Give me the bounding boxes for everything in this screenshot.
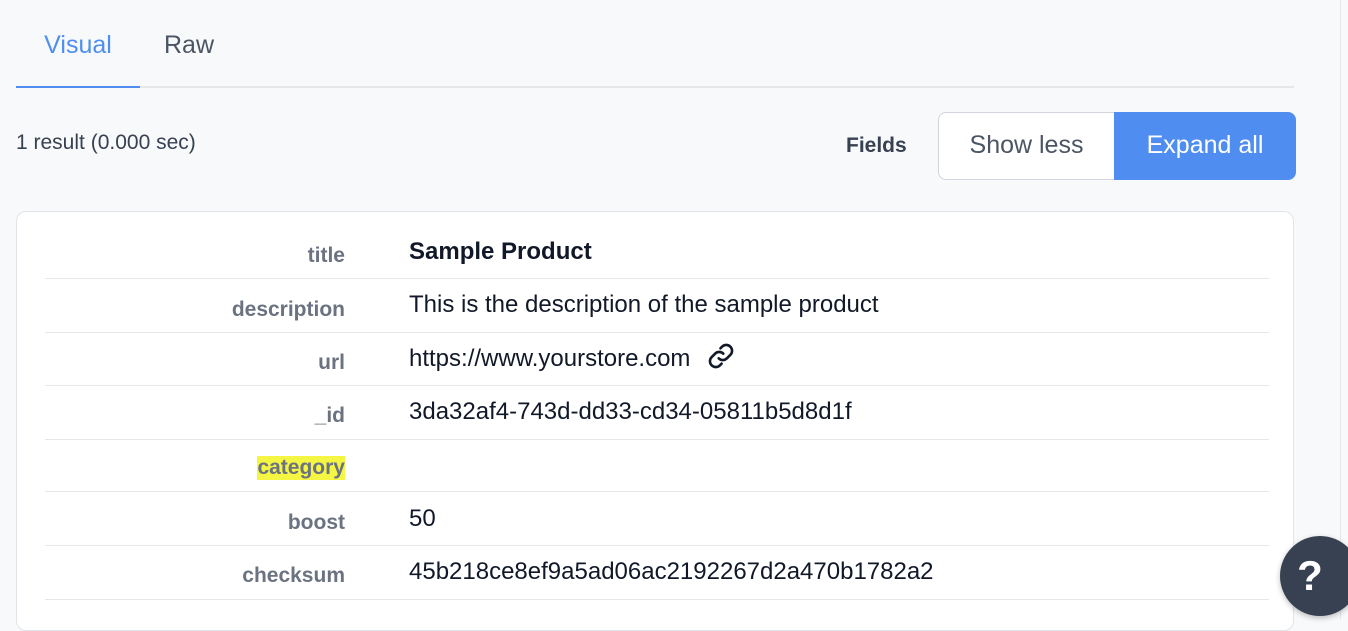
field-key-description: description bbox=[231, 298, 345, 321]
result-count: 1 result (0.000 sec) bbox=[16, 131, 196, 154]
right-edge-divider bbox=[1340, 0, 1341, 620]
url-text[interactable]: https://www.yourstore.com bbox=[409, 345, 690, 372]
field-row-checksum: checksum 45b218ce8ef9a5ad06ac2192267d2a4… bbox=[45, 546, 1269, 600]
field-value-boost: 50 bbox=[409, 505, 436, 532]
link-icon[interactable] bbox=[707, 342, 735, 370]
field-value-description: This is the description of the sample pr… bbox=[409, 291, 879, 318]
field-key-id: _id bbox=[314, 404, 345, 427]
field-row-boost: boost 50 bbox=[45, 492, 1269, 546]
tab-raw[interactable]: Raw bbox=[164, 0, 214, 88]
field-key-url: url bbox=[318, 351, 345, 374]
fields-label: Fields bbox=[846, 134, 907, 157]
field-value-url: https://www.yourstore.com bbox=[409, 342, 735, 374]
field-row-url: url https://www.yourstore.com bbox=[45, 333, 1269, 386]
field-key-checksum: checksum bbox=[242, 564, 345, 587]
field-row-description: description This is the description of t… bbox=[45, 279, 1269, 333]
field-value-checksum: 45b218ce8ef9a5ad06ac2192267d2a470b1782a2 bbox=[409, 558, 934, 585]
field-value-id: 3da32af4-743d-dd33-cd34-05811b5d8d1f bbox=[409, 398, 852, 425]
field-key-boost: boost bbox=[287, 511, 345, 534]
tab-visual[interactable]: Visual bbox=[16, 0, 140, 88]
field-value-title: Sample Product bbox=[409, 238, 592, 265]
field-row-title: title Sample Product bbox=[45, 212, 1269, 279]
field-row-category: category bbox=[45, 440, 1269, 492]
expand-all-button[interactable]: Expand all bbox=[1114, 112, 1296, 180]
fields-button-group: Show less Expand all bbox=[938, 112, 1296, 180]
view-tabs: Visual Raw bbox=[16, 0, 1294, 88]
field-key-category: category bbox=[257, 456, 345, 480]
result-card: title Sample Product description This is… bbox=[16, 211, 1294, 631]
question-icon: ? bbox=[1297, 552, 1323, 599]
show-less-button[interactable]: Show less bbox=[938, 112, 1114, 180]
field-row-id: _id 3da32af4-743d-dd33-cd34-05811b5d8d1f bbox=[45, 386, 1269, 440]
field-key-title: title bbox=[307, 244, 345, 267]
